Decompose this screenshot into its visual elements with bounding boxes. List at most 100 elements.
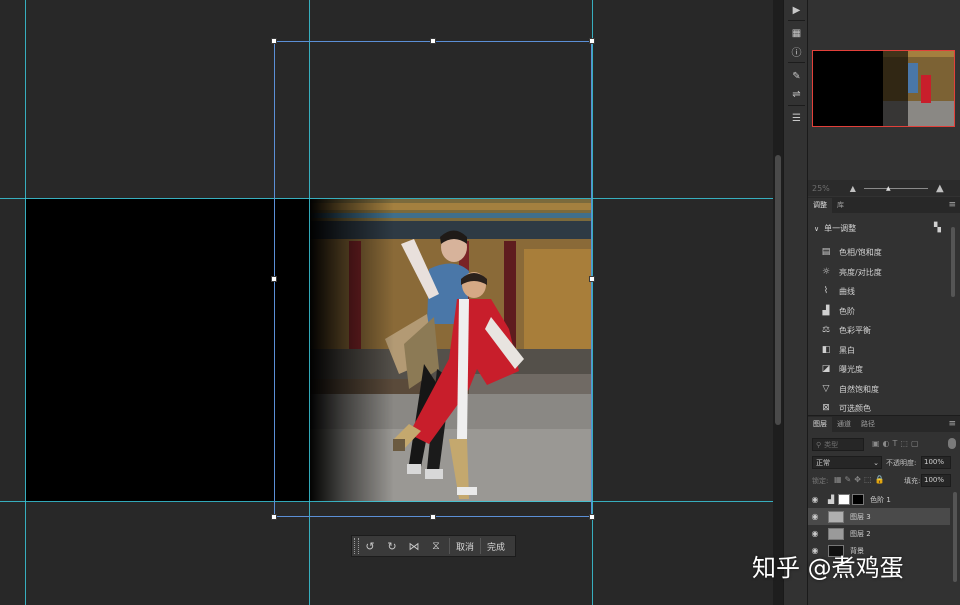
navigator-panel: 25% ▲ ▲ ▲ — [808, 0, 960, 196]
adjustment-label: 黑白 — [839, 345, 855, 355]
scrollbar-thumb[interactable] — [775, 155, 781, 425]
flip-vertical-icon[interactable]: ⧖ — [425, 536, 447, 556]
strip-divider — [788, 62, 805, 63]
adjustments-section-header[interactable]: ∨ 单一调整 — [814, 223, 856, 234]
adjustments-scrollbar[interactable] — [951, 227, 955, 297]
layer-filter-search[interactable]: ⚲ 类型 — [812, 438, 864, 451]
layer-thumbnail — [828, 510, 844, 523]
layer-mask-thumbnail[interactable] — [838, 494, 851, 505]
transform-handle-top-right[interactable] — [589, 38, 595, 44]
histogram-icon[interactable]: ▦ — [787, 25, 806, 41]
layers-tab-bar: 图层 通道 路径 ≡ — [808, 416, 960, 432]
transform-handle-top-left[interactable] — [271, 38, 277, 44]
layer-row[interactable]: ◉ 图层 2 — [808, 525, 950, 542]
adjustment-curves[interactable]: ⌇ 曲线 — [820, 283, 855, 299]
opacity-label: 不透明度: — [886, 459, 917, 467]
chevron-down-icon: ∨ — [814, 224, 820, 233]
tab-libraries[interactable]: 库 — [832, 198, 849, 213]
search-placeholder: 类型 — [824, 440, 839, 449]
zoom-in-icon[interactable]: ▲ — [936, 183, 944, 194]
adjustment-black-white[interactable]: ◧ 黑白 — [820, 342, 855, 358]
right-panel-dock: 25% ▲ ▲ ▲ 调整 库 ≡ ∨ 单一调整 ▚ ▤ 色相/饱和度 ☼ 亮度/… — [808, 0, 960, 605]
layer-name: 图层 2 — [850, 529, 871, 538]
layer-filter-icons[interactable]: ▣◐T⬚▢ — [872, 439, 922, 448]
search-icon: ⚲ — [816, 440, 822, 449]
zoom-out-icon[interactable]: ▲ — [850, 184, 856, 193]
transform-handle-bottom-left[interactable] — [271, 514, 277, 520]
adjustment-label: 亮度/对比度 — [839, 267, 882, 277]
cancel-button[interactable]: 取消 — [452, 540, 478, 553]
levels-icon: ▟ — [828, 495, 835, 504]
layer-name: 图层 3 — [850, 512, 871, 521]
transform-handle-left[interactable] — [271, 276, 277, 282]
properties-icon[interactable]: ☰ — [787, 110, 806, 126]
transform-handle-bottom-right[interactable] — [589, 514, 595, 520]
tab-paths[interactable]: 路径 — [856, 417, 880, 432]
zoom-slider[interactable]: ▲ — [863, 185, 928, 192]
vertical-guide[interactable] — [25, 0, 26, 605]
layer-mask-thumbnail[interactable] — [852, 494, 865, 505]
flip-horizontal-icon[interactable]: ⋈ — [403, 536, 425, 556]
adjustment-levels[interactable]: ▟ 色阶 — [820, 303, 855, 319]
layer-row[interactable]: ◉ 图层 3 — [808, 508, 950, 525]
eye-icon[interactable]: ◉ — [808, 495, 822, 504]
rotate-cw-icon[interactable]: ↻ — [381, 536, 403, 556]
transform-handle-right[interactable] — [589, 276, 595, 282]
transform-handle-top[interactable] — [430, 38, 436, 44]
lock-label: 锁定: — [812, 477, 829, 485]
canvas-vertical-scrollbar[interactable] — [773, 0, 783, 605]
zoom-slider-thumb[interactable]: ▲ — [886, 185, 891, 192]
free-transform-bounding-box[interactable] — [274, 41, 592, 517]
eye-icon[interactable]: ◉ — [808, 512, 822, 521]
info-icon[interactable]: ⓘ — [787, 43, 806, 59]
toolbar-divider — [480, 538, 482, 554]
tab-adjustments[interactable]: 调整 — [808, 198, 832, 213]
watermark-text: 知乎 @煮鸡蛋 — [752, 554, 904, 582]
rotate-ccw-icon[interactable]: ↺ — [359, 536, 381, 556]
done-button[interactable]: 完成 — [483, 540, 509, 553]
panel-menu-icon[interactable]: ≡ — [948, 200, 956, 210]
layer-row[interactable]: ◉ ▟ 色阶 1 — [808, 491, 950, 508]
layers-scrollbar[interactable] — [953, 492, 957, 582]
adjustment-hue-saturation[interactable]: ▤ 色相/饱和度 — [820, 244, 882, 260]
grid-view-icon[interactable]: ▚ — [934, 223, 941, 233]
adjustment-label: 曝光度 — [839, 364, 863, 374]
play-icon[interactable]: ▶ — [787, 2, 806, 18]
lock-icons[interactable]: ▦✎✥⬚🔒 — [834, 475, 887, 484]
adjustment-color-balance[interactable]: ⚖ 色彩平衡 — [820, 322, 871, 338]
levels-icon: ▟ — [822, 306, 830, 316]
fill-label: 填充: — [904, 477, 921, 485]
selective-color-icon: ⊠ — [822, 403, 830, 413]
navigator-zoom-bar: 25% ▲ ▲ ▲ — [808, 180, 960, 196]
fill-input[interactable]: 100% — [921, 474, 951, 487]
transform-handle-bottom[interactable] — [430, 514, 436, 520]
exposure-icon: ◪ — [821, 364, 831, 374]
navigator-thumbnail[interactable] — [812, 50, 955, 127]
adjustment-selective-color[interactable]: ⊠ 可选颜色 — [820, 400, 871, 416]
tab-channels[interactable]: 通道 — [832, 417, 856, 432]
brush-settings-icon[interactable]: ✎ — [787, 68, 806, 84]
tab-layers[interactable]: 图层 — [808, 417, 832, 432]
transform-contextual-toolbar: ↺ ↻ ⋈ ⧖ 取消 完成 — [351, 535, 516, 557]
adjustments-tab-bar: 调整 库 ≡ — [808, 197, 960, 213]
curves-icon: ⌇ — [823, 286, 829, 296]
filter-toggle[interactable] — [948, 438, 956, 449]
adjustments-panel: 调整 库 ≡ ∨ 单一调整 ▚ ▤ 色相/饱和度 ☼ 亮度/对比度 ⌇ 曲线 ▟… — [808, 197, 960, 415]
black-white-icon: ◧ — [821, 345, 831, 355]
panel-menu-icon[interactable]: ≡ — [948, 419, 956, 429]
chevron-down-icon: ⌄ — [873, 458, 879, 467]
layer-thumbnail — [828, 527, 844, 540]
eye-icon[interactable]: ◉ — [808, 529, 822, 538]
color-balance-icon: ⚖ — [821, 325, 831, 335]
adjustment-vibrance[interactable]: ▽ 自然饱和度 — [820, 381, 879, 397]
brush-presets-icon[interactable]: ⇌ — [787, 86, 806, 102]
toolbar-divider — [449, 538, 450, 554]
adjustment-brightness-contrast[interactable]: ☼ 亮度/对比度 — [820, 264, 882, 280]
adjustment-exposure[interactable]: ◪ 曝光度 — [820, 361, 863, 377]
zoom-level[interactable]: 25% — [812, 184, 830, 193]
document-canvas[interactable]: ↺ ↻ ⋈ ⧖ 取消 完成 — [0, 0, 773, 605]
photoshop-window: ↺ ↻ ⋈ ⧖ 取消 完成 ▶ ▦ ⓘ ✎ ⇌ ☰ 25% ▲ ▲ ▲ 调整 库… — [0, 0, 960, 605]
opacity-input[interactable]: 100% — [921, 456, 951, 469]
blend-mode-select[interactable]: 正常 ⌄ — [812, 456, 882, 469]
strip-divider — [788, 20, 805, 21]
